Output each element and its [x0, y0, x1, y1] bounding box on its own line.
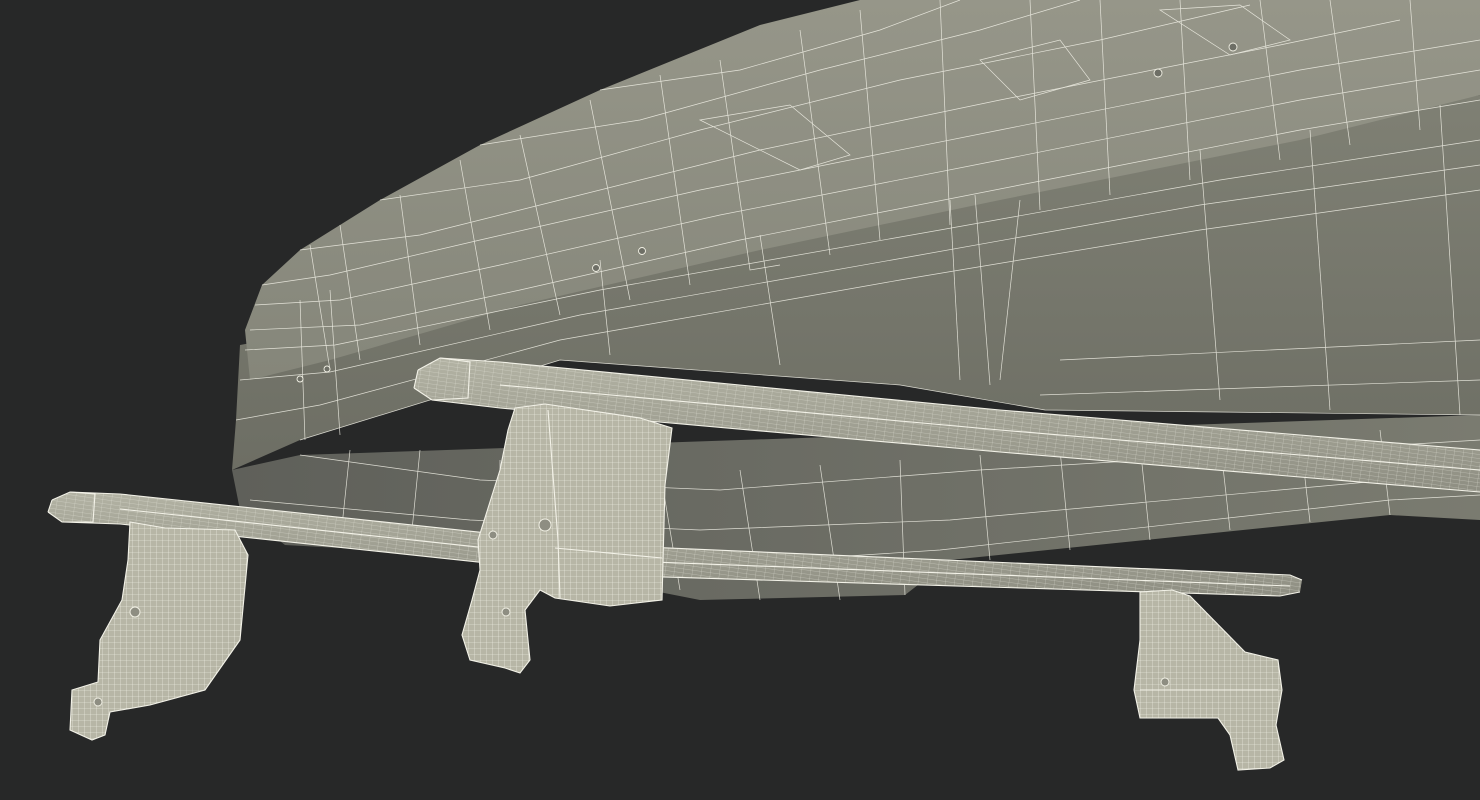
bolt-icon — [592, 264, 600, 272]
rack-foot-center — [461, 403, 673, 674]
foot-bolt-icon — [93, 697, 103, 707]
bolt-icon — [296, 375, 304, 383]
bolt-icon — [1153, 68, 1163, 78]
render-viewport — [0, 0, 1480, 800]
bolt-icon — [1228, 42, 1238, 52]
rack-foot-left — [69, 521, 249, 741]
foot-bolt-icon — [501, 607, 511, 617]
wireframe-render — [47, 0, 1480, 771]
foot-bolt-icon — [1160, 677, 1170, 687]
rack-foot-right — [1133, 589, 1285, 771]
roof-box — [232, 0, 1480, 601]
foot-bolt-icon — [129, 606, 141, 618]
bolt-icon — [323, 365, 331, 373]
foot-bolt-icon — [488, 530, 498, 540]
bolt-icon — [638, 247, 646, 255]
foot-bolt-icon — [538, 518, 552, 532]
